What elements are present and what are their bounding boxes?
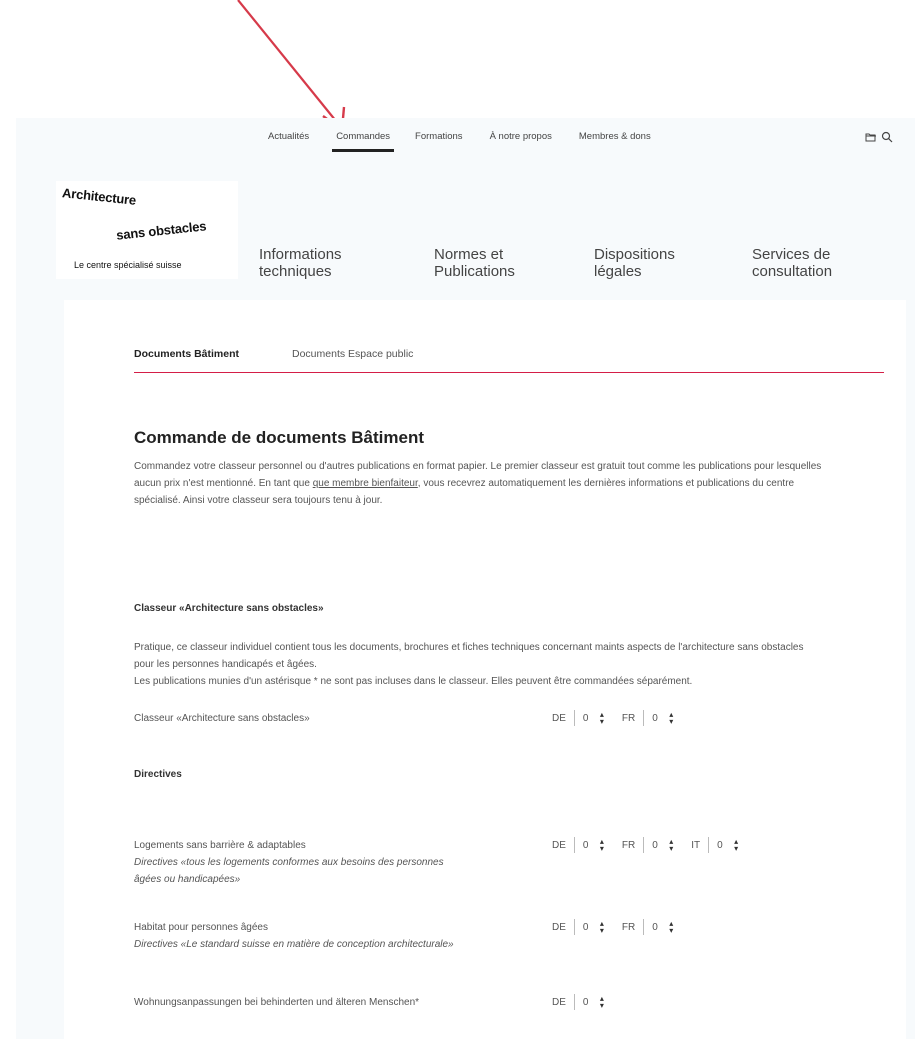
top-nav-membres-dons[interactable]: Membres & dons — [579, 131, 651, 152]
page-title: Commande de documents Bâtiment — [134, 428, 424, 447]
quantity-stepper[interactable]: 0 ▴ ▾ — [573, 837, 608, 853]
quantity-stepper[interactable]: 0 ▴ ▾ — [643, 837, 677, 853]
product-name: Habitat pour personnes âgées — [134, 922, 268, 933]
qty-fr: FR 0 ▴ ▾ — [622, 837, 677, 853]
section-classeur-description: Pratique, ce classeur individuel contien… — [134, 642, 804, 687]
logo-line2: sans obstacles — [115, 218, 207, 243]
logo-line1: Architecture — [61, 185, 137, 208]
stepper-arrows-icon[interactable]: ▴ ▾ — [669, 838, 673, 853]
membre-bienfaiteur-link[interactable]: que membre bienfaiteur — [313, 478, 418, 489]
main-nav-dispositions-legales[interactable]: Dispositions légales — [594, 246, 675, 280]
logo-line3: Le centre spécialisé suisse — [74, 260, 182, 270]
main-nav-services-consultation[interactable]: Services de consultation — [752, 246, 832, 280]
qty-fr: FR 0 ▴ ▾ — [622, 710, 677, 726]
quantity-stepper[interactable]: 0 ▴ ▾ — [573, 919, 608, 935]
quantity-stepper[interactable]: 0 ▴ ▾ — [643, 919, 677, 935]
quantity-stepper[interactable]: 0 ▴ ▾ — [573, 994, 608, 1010]
tab-bar: Documents Bâtiment Documents Espace publ… — [134, 348, 884, 373]
stepper-arrows-icon[interactable]: ▴ ▾ — [600, 920, 604, 935]
main-nav-informations-techniques[interactable]: Informations techniques — [259, 246, 342, 280]
stepper-arrows-icon[interactable]: ▴ ▾ — [669, 711, 673, 726]
qty-de: DE 0 ▴ ▾ — [552, 837, 608, 853]
stepper-arrows-icon[interactable]: ▴ ▾ — [600, 838, 604, 853]
product-habitat: Habitat pour personnes âgées Directives … — [134, 919, 554, 953]
product-subtitle: Directives «tous les logements conformes… — [134, 857, 444, 885]
qty-group-habitat: DE 0 ▴ ▾ FR 0 ▴ ▾ — [552, 919, 691, 935]
top-nav-actualites[interactable]: Actualités — [268, 131, 309, 152]
quantity-stepper[interactable]: 0 ▴ ▾ — [643, 710, 677, 726]
search-icon[interactable] — [881, 130, 893, 143]
product-logements: Logements sans barrière & adaptables Dir… — [134, 837, 554, 888]
qty-de: DE 0 ▴ ▾ — [552, 919, 608, 935]
section-title-classeur: Classeur «Architecture sans obstacles» — [134, 603, 324, 614]
stepper-arrows-icon[interactable]: ▴ ▾ — [734, 838, 738, 853]
folder-icon[interactable] — [865, 130, 877, 142]
qty-group-wohnungsanpassungen: DE 0 ▴ ▾ — [552, 994, 622, 1010]
stepper-arrows-icon[interactable]: ▴ ▾ — [600, 995, 604, 1010]
qty-de: DE 0 ▴ ▾ — [552, 994, 608, 1010]
top-nav-a-notre-propos[interactable]: À notre propos — [490, 131, 552, 152]
stepper-arrows-icon[interactable]: ▴ ▾ — [600, 711, 604, 726]
product-classeur: Classeur «Architecture sans obstacles» — [134, 710, 554, 727]
content-card: Documents Bâtiment Documents Espace publ… — [64, 300, 906, 1039]
tab-documents-batiment[interactable]: Documents Bâtiment — [134, 348, 239, 360]
qty-group-classeur: DE 0 ▴ ▾ FR 0 ▴ ▾ — [552, 710, 691, 726]
quantity-stepper[interactable]: 0 ▴ ▾ — [708, 837, 742, 853]
top-nav-formations[interactable]: Formations — [415, 131, 463, 152]
intro-text: Commandez votre classeur personnel ou d'… — [134, 461, 822, 506]
main-nav-normes-publications[interactable]: Normes et Publications — [434, 246, 515, 280]
product-wohnungsanpassungen: Wohnungsanpassungen bei behinderten und … — [134, 994, 554, 1011]
stepper-arrows-icon[interactable]: ▴ ▾ — [669, 920, 673, 935]
qty-fr: FR 0 ▴ ▾ — [622, 919, 677, 935]
page: Actualités Commandes Formations À notre … — [16, 118, 915, 1039]
tab-documents-espace-public[interactable]: Documents Espace public — [292, 348, 413, 360]
qty-it: IT 0 ▴ ▾ — [691, 837, 742, 853]
product-name: Classeur «Architecture sans obstacles» — [134, 713, 310, 724]
product-subtitle: Directives «Le standard suisse en matièr… — [134, 939, 454, 950]
section-title-directives: Directives — [134, 769, 182, 780]
qty-de: DE 0 ▴ ▾ — [552, 710, 608, 726]
top-nav-commandes[interactable]: Commandes — [332, 131, 394, 152]
top-icons — [865, 130, 893, 143]
product-name: Logements sans barrière & adaptables — [134, 840, 306, 851]
top-nav: Actualités Commandes Formations À notre … — [268, 131, 651, 152]
product-name: Wohnungsanpassungen bei behinderten und … — [134, 997, 420, 1008]
qty-group-logements: DE 0 ▴ ▾ FR 0 ▴ ▾ IT 0 ▴ ▾ — [552, 837, 756, 853]
site-logo[interactable]: Architecture sans obstacles Le centre sp… — [56, 181, 238, 279]
quantity-stepper[interactable]: 0 ▴ ▾ — [573, 710, 608, 726]
